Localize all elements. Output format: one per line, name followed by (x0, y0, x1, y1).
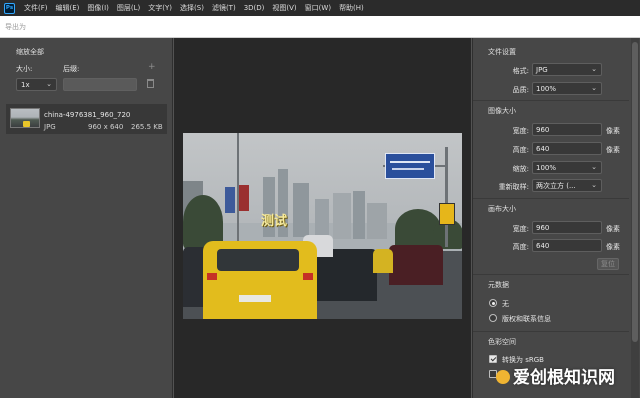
reset-button[interactable]: 复位 (597, 258, 619, 270)
canvas-height-unit: 像素 (606, 243, 620, 251)
metadata-none-radio[interactable] (489, 299, 497, 307)
menu-file[interactable]: 文件(F) (20, 3, 52, 13)
settings-panel: 文件设置 格式: JPG ⌄ 品质: 100% ⌄ 图像大小 宽度: 960 像… (472, 38, 640, 398)
file-name: china-4976381_960_720 (44, 111, 131, 119)
menu-filter[interactable]: 滤镜(T) (208, 3, 240, 13)
metadata-copyright-label: 版权和联系信息 (502, 315, 551, 323)
chevron-down-icon: ⌄ (591, 163, 597, 171)
site-watermark-text: 爱创根知识网 (513, 368, 615, 388)
trash-icon[interactable] (147, 79, 154, 88)
canvas-height-input[interactable]: 640 (532, 239, 602, 252)
canvas-width-unit: 像素 (606, 225, 620, 233)
menu-help[interactable]: 帮助(H) (335, 3, 368, 13)
site-watermark: 爱创根知识网 (496, 363, 632, 389)
file-dimensions: 960 x 640 (88, 123, 124, 131)
canvas-width-input[interactable]: 960 (532, 221, 602, 234)
quality-select[interactable]: 100% ⌄ (532, 82, 602, 95)
image-size-heading: 图像大小 (488, 107, 516, 115)
resample-label: 重新取样: (498, 183, 529, 191)
suffix-label: 后缀: (63, 65, 80, 73)
menu-image[interactable]: 图像(I) (83, 3, 113, 13)
canvas-width-label: 宽度: (512, 225, 529, 233)
format-label: 格式: (512, 67, 529, 75)
chevron-down-icon: ⌄ (591, 181, 597, 189)
traffic-sign (439, 203, 455, 225)
divider (473, 198, 629, 199)
chevron-down-icon: ⌄ (46, 80, 52, 88)
scale-panel: 缩放全部 大小: 后缀: + 1x ⌄ china-4976381_960_72… (0, 38, 173, 398)
add-scale-icon[interactable]: + (148, 62, 156, 72)
image-width-input[interactable]: 960 (532, 123, 602, 136)
dialog-title-bar: 导出为 (0, 16, 640, 38)
suffix-input[interactable] (63, 78, 137, 91)
chevron-down-icon: ⌄ (591, 65, 597, 73)
file-size: 265.5 KB (131, 123, 163, 131)
menu-type[interactable]: 文字(Y) (144, 3, 176, 13)
divider (473, 331, 629, 332)
site-logo-icon (496, 370, 510, 384)
menu-3d[interactable]: 3D(D) (240, 4, 269, 12)
divider (473, 100, 629, 101)
format-select[interactable]: JPG ⌄ (532, 63, 602, 76)
convert-srgb-checkbox[interactable] (489, 355, 497, 363)
menu-view[interactable]: 视图(V) (268, 3, 300, 13)
preview-watermark-text: 测试 (261, 214, 288, 229)
divider (473, 274, 629, 275)
dialog-title: 导出为 (5, 22, 26, 31)
resample-select[interactable]: 两次立方 (... ⌄ (532, 179, 602, 192)
taxi (203, 241, 317, 319)
scale-all-heading: 缩放全部 (16, 48, 44, 56)
metadata-copyright-radio[interactable] (489, 314, 497, 322)
format-value: JPG (536, 65, 548, 74)
quality-label: 品质: (512, 86, 529, 94)
canvas-height-label: 高度: (512, 243, 529, 251)
canvas-size-heading: 画布大小 (488, 205, 516, 213)
resample-value: 两次立方 (... (536, 181, 576, 190)
photoshop-logo-icon: Ps (4, 2, 15, 14)
road-sign (385, 153, 435, 179)
scrollbar-thumb[interactable] (632, 42, 638, 342)
image-height-unit: 像素 (606, 146, 620, 154)
image-width-unit: 像素 (606, 127, 620, 135)
image-height-label: 高度: (512, 146, 529, 154)
menu-bar: Ps 文件(F) 编辑(E) 图像(I) 图层(L) 文字(Y) 选择(S) 滤… (0, 0, 640, 16)
file-format: JPG (44, 123, 56, 131)
preview-image: 测试 (183, 133, 462, 319)
color-space-heading: 色彩空间 (488, 338, 516, 346)
chevron-down-icon: ⌄ (591, 84, 597, 92)
preview-area[interactable]: 测试 (174, 38, 471, 398)
menu-select[interactable]: 选择(S) (176, 3, 208, 13)
image-width-label: 宽度: (512, 127, 529, 135)
metadata-none-label: 无 (502, 300, 509, 308)
scale-select-value: 1x (21, 80, 30, 89)
scale-label: 缩放: (512, 165, 529, 173)
menu-edit[interactable]: 编辑(E) (52, 3, 84, 13)
file-thumbnail (10, 108, 40, 128)
size-label: 大小: (16, 65, 33, 73)
file-settings-heading: 文件设置 (488, 48, 516, 56)
scale-percent-select[interactable]: 100% ⌄ (532, 161, 602, 174)
settings-scrollbar[interactable] (631, 38, 639, 398)
file-list-item[interactable]: china-4976381_960_720 JPG 960 x 640 265.… (6, 104, 167, 134)
scale-percent-value: 100% (536, 163, 557, 172)
menu-layer[interactable]: 图层(L) (113, 3, 144, 13)
scale-select[interactable]: 1x ⌄ (16, 78, 57, 91)
image-height-input[interactable]: 640 (532, 142, 602, 155)
quality-value: 100% (536, 84, 557, 93)
metadata-heading: 元数据 (488, 281, 509, 289)
menu-window[interactable]: 窗口(W) (301, 3, 335, 13)
